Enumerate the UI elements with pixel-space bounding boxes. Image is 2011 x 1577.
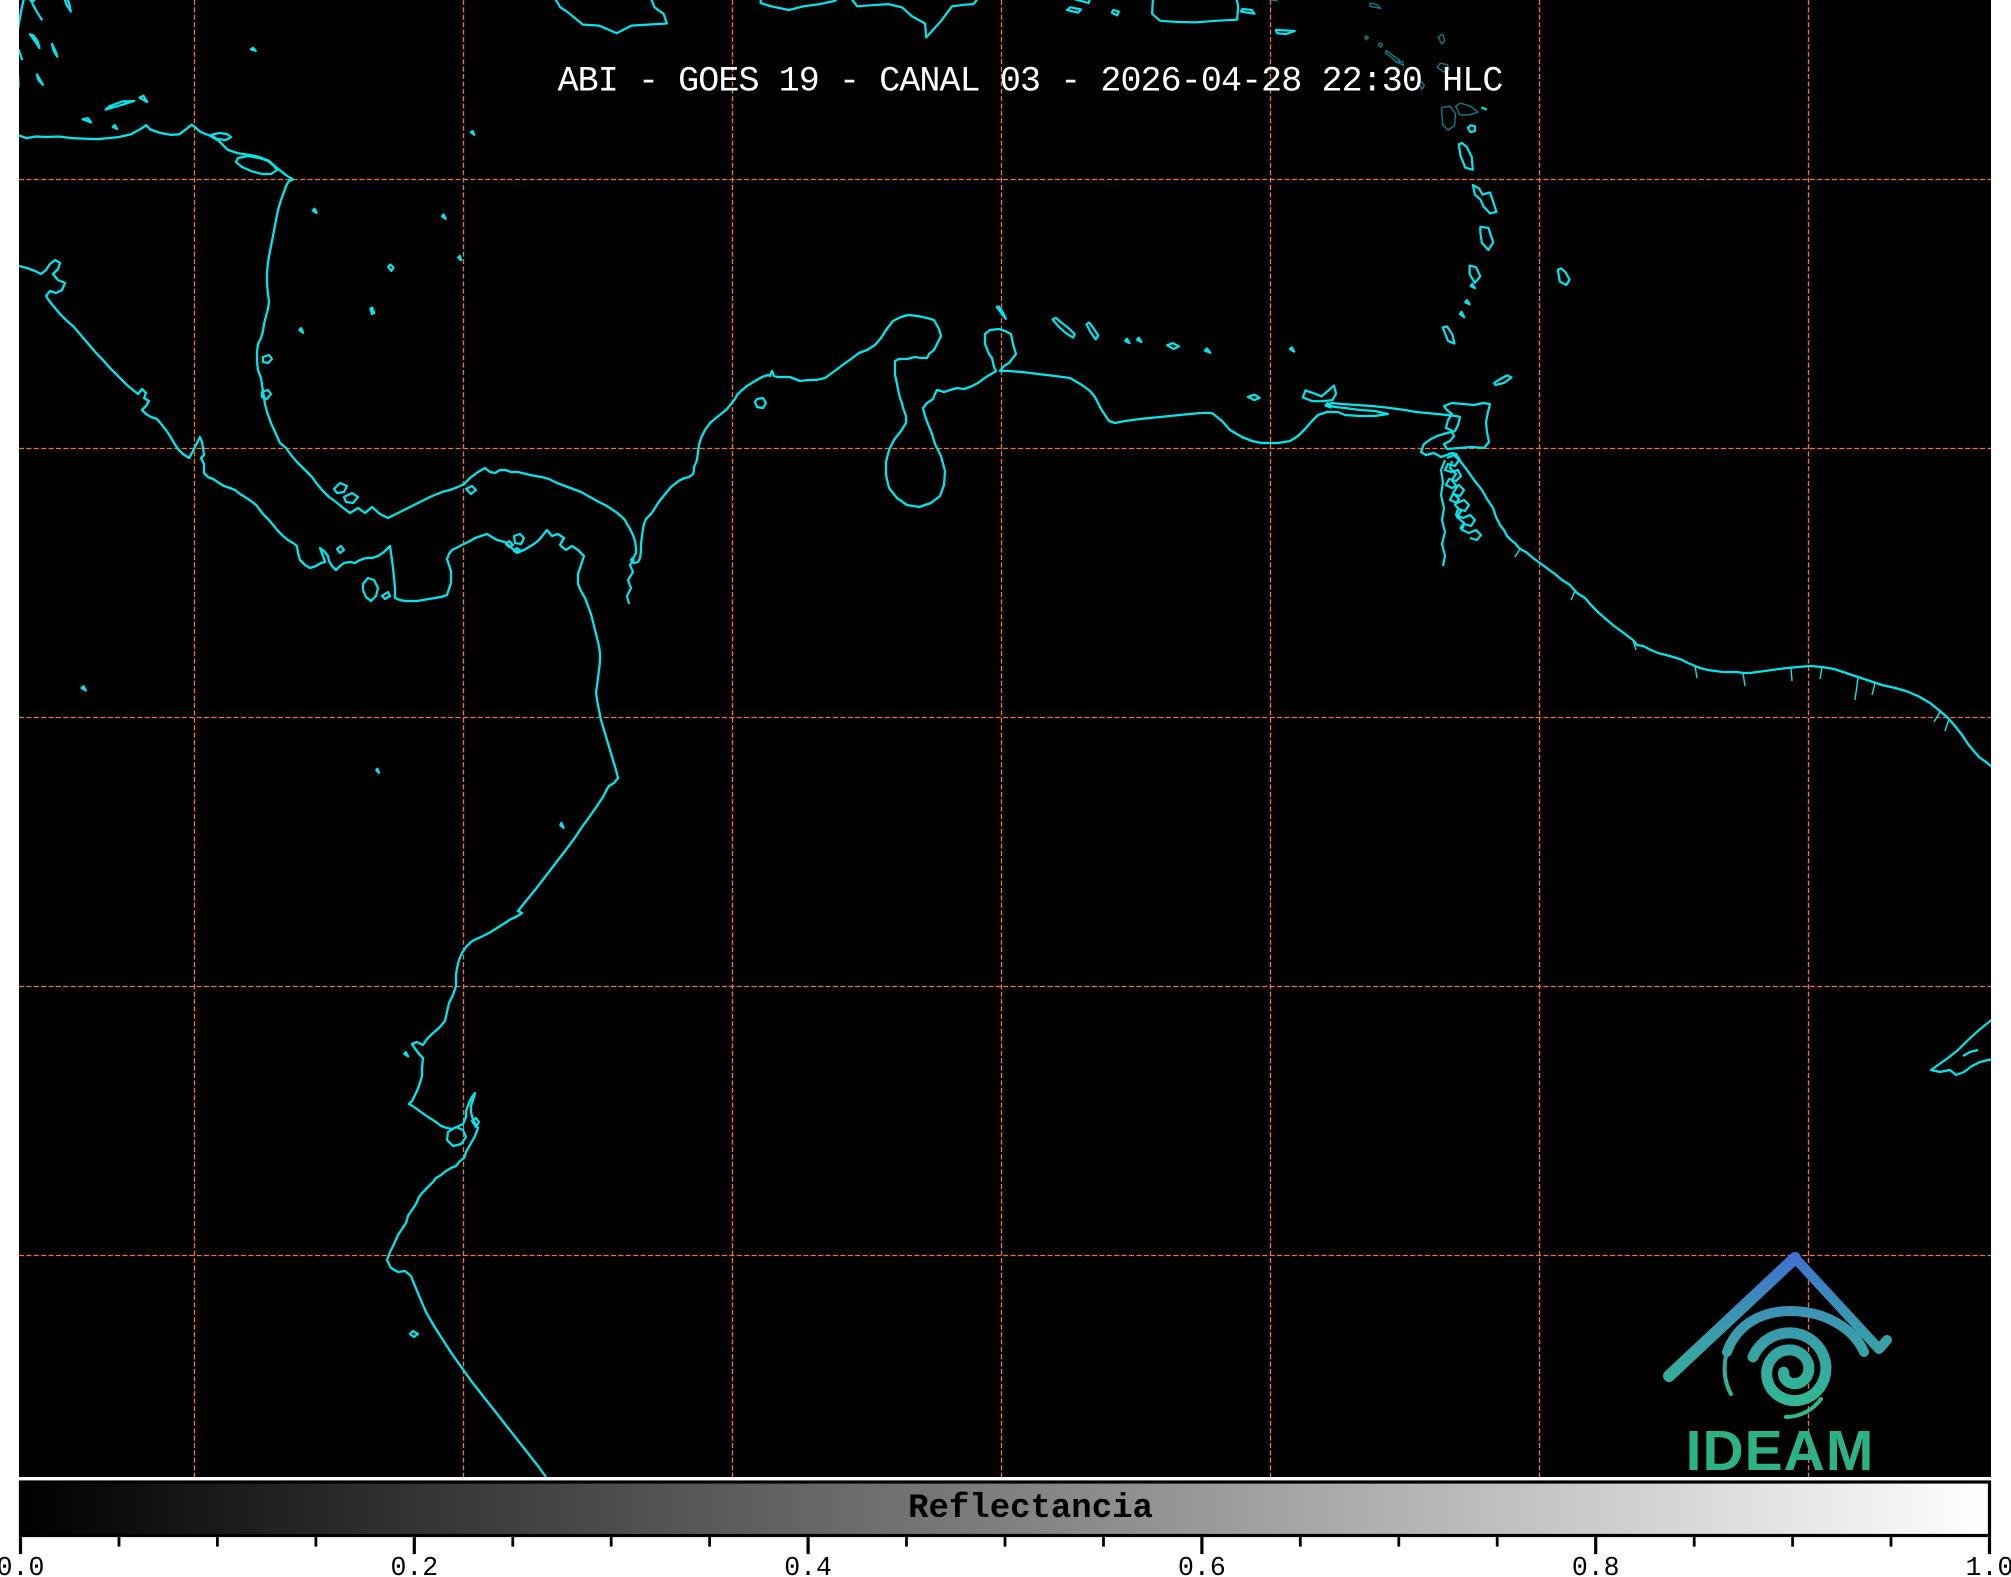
svg-text:1.0: 1.0: [1966, 1553, 2011, 1577]
svg-text:0.0: 0.0: [0, 1553, 44, 1577]
svg-text:Reflectancia: Reflectancia: [908, 1490, 1153, 1528]
svg-text:0.4: 0.4: [784, 1553, 832, 1577]
svg-text:0.6: 0.6: [1178, 1553, 1226, 1577]
svg-text:0.2: 0.2: [390, 1553, 438, 1577]
svg-text:IDEAM: IDEAM: [1686, 1419, 1875, 1483]
svg-text:ABI - GOES 19 - CANAL 03 - 202: ABI - GOES 19 - CANAL 03 - 2026-04-28 22…: [558, 62, 1503, 102]
svg-text:0.8: 0.8: [1572, 1553, 1620, 1577]
